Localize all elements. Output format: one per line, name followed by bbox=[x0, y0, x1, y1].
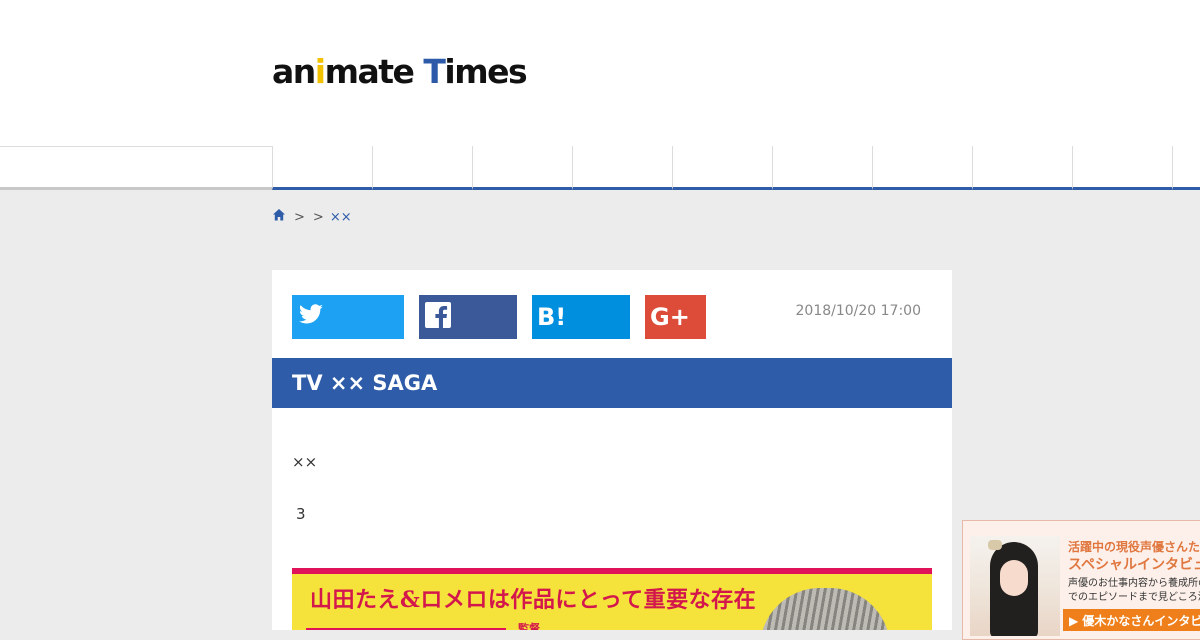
hatena-bookmark-icon: B! bbox=[537, 303, 567, 331]
logo-part-an: an bbox=[272, 52, 316, 91]
ad-headline: スペシャルインタビュー bbox=[1068, 557, 1200, 573]
facebook-share-button[interactable] bbox=[419, 295, 517, 339]
publish-date: 2018/10/20 17:00 bbox=[795, 303, 922, 319]
ad-description: 声優のお仕事内容から養成所の bbox=[1068, 578, 1200, 589]
breadcrumb-current[interactable]: ×× bbox=[330, 210, 352, 225]
nav-item-10[interactable] bbox=[1172, 146, 1200, 190]
ad-description: でのエピソードまで見どころ満 bbox=[1068, 592, 1200, 603]
nav-item-2[interactable] bbox=[372, 146, 472, 190]
nav-item-7[interactable] bbox=[872, 146, 972, 190]
nav-item-3[interactable] bbox=[472, 146, 572, 190]
hero-side-text: 監督 bbox=[518, 622, 540, 630]
nav-item-9[interactable] bbox=[1072, 146, 1172, 190]
nav-item-8[interactable] bbox=[972, 146, 1072, 190]
twitter-share-button[interactable] bbox=[292, 295, 404, 339]
logo-part-mate: mate bbox=[324, 52, 415, 91]
site-header: an i mate Times bbox=[0, 0, 1200, 146]
article-title: TV ×× SAGA bbox=[272, 358, 952, 408]
site-logo[interactable]: an i mate Times bbox=[272, 52, 528, 96]
breadcrumb-separator: > bbox=[294, 209, 305, 225]
hero-caption: 山田たえ&ロメロは作品にとって重要な存在 bbox=[310, 587, 757, 613]
logo-part-T: T bbox=[423, 52, 446, 91]
article-card: B! G+ 2018/10/20 17:00 TV ×× SAGA ×× 3 山… bbox=[272, 270, 952, 630]
hatena-bookmark-button[interactable]: B! bbox=[532, 295, 630, 339]
nav-underline bbox=[0, 187, 272, 190]
nav-item-4[interactable] bbox=[572, 146, 672, 190]
google-plus-icon: G+ bbox=[650, 303, 690, 331]
ad-photo bbox=[970, 536, 1060, 636]
home-icon[interactable] bbox=[272, 208, 286, 226]
nav-item-1[interactable] bbox=[272, 146, 372, 190]
article-hero-image: 山田たえ&ロメロは作品にとって重要な存在 監督 bbox=[292, 568, 932, 630]
breadcrumb-separator: > bbox=[312, 209, 324, 225]
logo-part-imes: imes bbox=[444, 52, 527, 91]
interview-ad-banner[interactable]: 活躍中の現役声優さんた スペシャルインタビュー 声優のお仕事内容から養成所の で… bbox=[962, 520, 1200, 640]
article-paragraph: ×× bbox=[292, 453, 318, 471]
google-plus-share-button[interactable]: G+ bbox=[645, 295, 706, 339]
ad-headline: 活躍中の現役声優さんた bbox=[1068, 540, 1200, 554]
global-nav bbox=[272, 146, 1200, 190]
twitter-bird-icon bbox=[292, 304, 324, 330]
hero-character-illustration bbox=[760, 588, 890, 630]
article-paragraph: 3 bbox=[296, 505, 306, 523]
ad-cta-button[interactable]: ▶ 優木かなさんインタビ bbox=[1063, 609, 1200, 631]
breadcrumb: > > ×× bbox=[272, 208, 352, 226]
nav-item-5[interactable] bbox=[672, 146, 772, 190]
nav-item-6[interactable] bbox=[772, 146, 872, 190]
facebook-f-icon bbox=[419, 302, 451, 332]
logo-part-i: i bbox=[314, 52, 326, 91]
